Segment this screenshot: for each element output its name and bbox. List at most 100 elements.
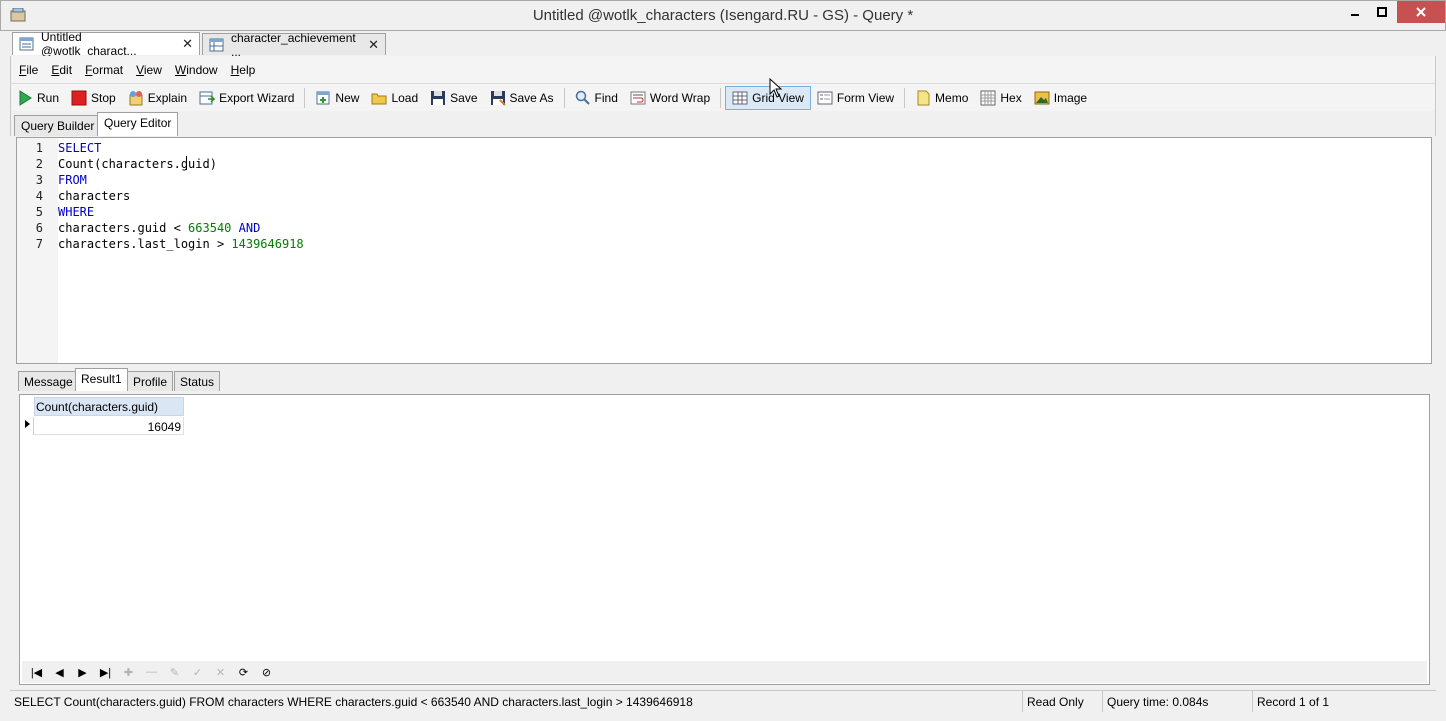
menu-window[interactable]: Window [167,63,223,77]
editor-tabs: Query Builder Query Editor [10,111,1436,136]
mouse-cursor-icon [769,77,783,98]
floppy-icon [430,90,446,106]
cross-icon: ✕ [215,666,226,679]
toolbar-separator [563,87,565,108]
close-tab-icon[interactable]: ✕ [368,37,379,53]
image-icon [1034,90,1050,106]
explain-icon [128,90,144,106]
title-bar: Untitled @wotlk_characters (Isengard.RU … [0,0,1446,31]
cancel-icon: ⊘ [261,666,272,679]
stop-icon [71,90,87,106]
status-sql-text: SELECT Count(characters.guid) FROM chara… [10,691,1023,712]
memo-note-icon [915,90,931,106]
doc-tab-untitled-query[interactable]: Untitled @wotlk_charact... ✕ [12,30,200,58]
pencil-icon: ✎ [169,666,180,679]
new-query-icon [315,90,331,106]
status-query-time: Query time: 0.084s [1103,691,1253,712]
code-text: FROM [58,173,87,187]
grid-cell[interactable]: 16049 [34,417,184,435]
word-wrap-button[interactable]: Word Wrap [624,86,716,110]
form-icon [817,90,833,106]
row-pointer-icon [25,420,30,428]
menu-view[interactable]: View [128,63,167,77]
delete-record-button[interactable]: — [141,662,162,682]
tab-profile[interactable]: Profile [127,371,174,391]
line-number: 6 [35,221,43,235]
tab-status[interactable]: Status [174,371,221,391]
minimize-icon [1351,14,1359,16]
tab-query-editor[interactable]: Query Editor [97,112,179,136]
doc-tab-character-achievement[interactable]: character_achievement ... ✕ [202,31,386,59]
apply-changes-button[interactable]: ✓ [187,662,208,682]
word-wrap-icon [630,90,646,106]
new-button[interactable]: New [309,86,365,110]
menu-help[interactable]: Help [223,63,261,77]
result-tabs: Message Result1 Profile Status [16,367,1432,391]
close-window-button[interactable] [1397,1,1445,23]
next-record-button[interactable]: ▶ [72,662,93,682]
refresh-button[interactable]: ⟳ [233,662,254,682]
add-record-button[interactable]: ✚ [118,662,139,682]
last-record-button[interactable]: ▶| [95,662,116,682]
run-button[interactable]: Run [11,86,65,110]
last-icon: ▶| [99,666,112,679]
tab-message[interactable]: Message [18,371,79,391]
code-text: WHERE [58,205,95,219]
tab-result1[interactable]: Result1 [75,368,128,391]
query-doc-icon [19,36,35,52]
document-tabs: Untitled @wotlk_charact... ✕ character_a… [0,30,1446,59]
line-number: 1 [35,141,43,155]
first-record-button[interactable]: |◀ [26,662,47,682]
maximize-button[interactable] [1369,1,1395,23]
save-button[interactable]: Save [424,86,483,110]
code-text: characters [58,189,131,203]
refresh-icon: ⟳ [238,666,249,679]
load-button[interactable]: Load [365,86,424,110]
sql-editor[interactable]: 1 SELECT 2 Count(characters.guid) 3 FROM 4 char… [16,137,1432,364]
doc-tab-label: character_achievement ... [231,30,356,59]
prev-icon: ◀ [55,666,64,679]
status-bar: SELECT Count(characters.guid) FROM chara… [10,690,1436,712]
folder-icon [371,90,387,106]
column-header[interactable]: Count(characters.guid) [34,397,184,416]
query-toolbar: Run Stop Explain Export Wizard New Load … [10,83,1436,111]
save-as-button[interactable]: Save As [484,86,560,110]
tab-query-builder[interactable]: Query Builder [14,115,102,136]
minus-icon: — [146,666,157,678]
menu-bar: File Edit Format View Window Help [10,56,1436,83]
hex-button[interactable]: Hex [974,86,1027,110]
check-icon: ✓ [192,666,203,679]
find-button[interactable]: Find [569,86,624,110]
menu-format[interactable]: Format [77,63,128,77]
grid-icon [732,90,748,106]
form-view-button[interactable]: Form View [811,86,900,110]
toolbar-separator [904,87,906,108]
explain-button[interactable]: Explain [122,86,193,110]
discard-changes-button[interactable]: ✕ [210,662,231,682]
memo-button[interactable]: Memo [909,86,974,110]
code-text: characters.last_login > 1439646918 [58,237,304,251]
line-number: 2 [35,157,43,171]
line-number: 4 [35,189,43,203]
table-doc-icon [209,37,225,53]
image-button[interactable]: Image [1028,86,1093,110]
menu-edit[interactable]: Edit [43,63,77,77]
export-icon [199,90,216,106]
result-grid[interactable]: Count(characters.guid) 16049 |◀ ◀ ▶ ▶| ✚… [19,394,1430,685]
minimize-button[interactable] [1341,1,1369,23]
stop-fetch-button[interactable]: ⊘ [256,662,277,682]
export-wizard-button[interactable]: Export Wizard [193,86,300,110]
code-text: characters.guid < 663540 AND [58,221,261,235]
status-record-count: Record 1 of 1 [1257,694,1330,709]
menu-file[interactable]: File [11,63,43,77]
hex-grid-icon [980,90,996,106]
next-icon: ▶ [78,666,87,679]
stop-button[interactable]: Stop [65,86,122,110]
first-icon: |◀ [30,666,43,679]
play-icon [17,89,33,106]
close-tab-icon[interactable]: ✕ [182,36,193,52]
line-number: 5 [35,205,43,219]
edit-record-button[interactable]: ✎ [164,662,185,682]
line-number: 3 [35,173,43,187]
prev-record-button[interactable]: ◀ [49,662,70,682]
